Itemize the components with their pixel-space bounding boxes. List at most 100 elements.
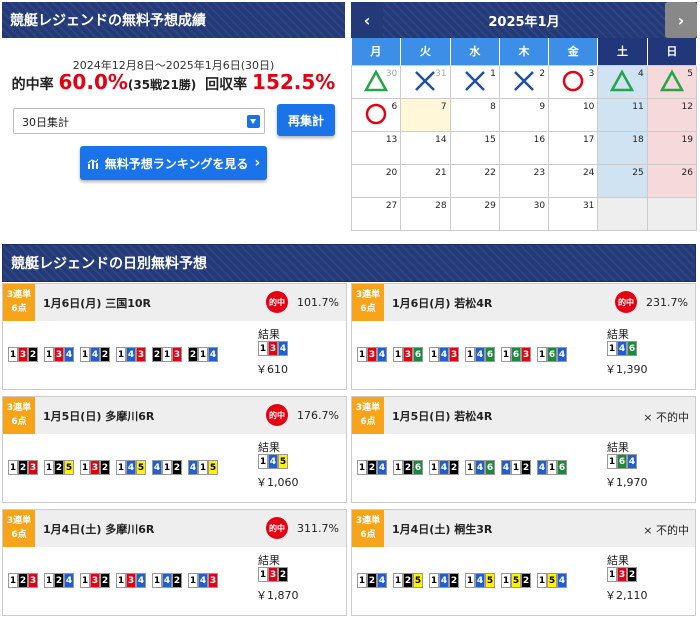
boat-number: 3: [521, 347, 531, 362]
calendar-day[interactable]: 22: [449, 163, 500, 198]
result-label: 結果: [258, 554, 280, 567]
calendar-day[interactable]: 11: [597, 97, 648, 132]
boat-number: 4: [439, 347, 449, 362]
combo: 123: [8, 460, 38, 475]
boat-number: 2: [403, 573, 413, 588]
calendar-day[interactable]: 15: [449, 130, 500, 165]
calendar-day[interactable]: 7: [400, 97, 451, 132]
combo: 145: [465, 573, 495, 588]
calendar-day[interactable]: 17: [548, 130, 599, 165]
boat-number: 4: [64, 347, 74, 362]
boat-number: 6: [557, 460, 567, 475]
calendar: ‹ 2025年1月 › 月火水木金土日 30 31 1 2 3 4 5 6 7 8 9 10 11 12 1…: [350, 2, 698, 231]
record: (35戦21勝): [127, 78, 197, 92]
boat-number: 1: [501, 347, 511, 362]
boat-number: 1: [162, 460, 172, 475]
period-select[interactable]: 30日集計: [13, 108, 265, 134]
boat-number: 6: [617, 454, 627, 469]
calendar-day: [597, 196, 648, 231]
ranking-button[interactable]: 無料予想ランキングを見る ›: [80, 146, 267, 180]
combo: 146: [465, 347, 495, 362]
day-number: 4: [637, 68, 644, 79]
combo: 154: [537, 573, 567, 588]
prediction-card[interactable]: 3連単 6点 1月4日(土) 桐生3R × 不的中 1 2 4 1 2 5 1 4 2 1 4 5 1 5 2 1 5 4…: [351, 509, 696, 616]
boat-number: 1: [537, 347, 547, 362]
prediction-card[interactable]: 3連単 6点 1月4日(土) 多摩川6R 的中 311.7% 1 2 3 1 2 4 1 3 2 1 3 4 1 4…: [2, 509, 347, 616]
calendar-day[interactable]: 27: [350, 196, 402, 231]
combo: 164: [537, 347, 567, 362]
boat-number: 1: [357, 347, 367, 362]
calendar-day[interactable]: 1: [449, 64, 500, 99]
boat-number: 5: [413, 573, 423, 588]
calendar-day[interactable]: 3: [548, 64, 599, 99]
day-number: 24: [582, 167, 595, 178]
period-select-value: 30日集計: [22, 116, 69, 129]
calendar-day[interactable]: 6: [350, 97, 402, 132]
weekday-header: 火: [400, 38, 451, 65]
combo: 136: [393, 347, 423, 362]
hit-badge: 的中: [266, 517, 288, 539]
calendar-day[interactable]: 10: [548, 97, 599, 132]
day-number: 16: [533, 134, 546, 145]
combo: 143: [429, 347, 459, 362]
boat-number: 2: [18, 573, 28, 588]
boat-number: 3: [449, 347, 459, 362]
calendar-day[interactable]: 14: [400, 130, 451, 165]
calendar-day[interactable]: 29: [449, 196, 500, 231]
recalc-button[interactable]: 再集計: [277, 104, 335, 136]
boat-number: 3: [28, 573, 38, 588]
boat-number: 3: [136, 347, 146, 362]
boat-number: 1: [8, 460, 18, 475]
calendar-day[interactable]: 24: [548, 163, 599, 198]
calendar-day[interactable]: 30: [498, 196, 550, 231]
bet-type-tag: 3連単 6点: [3, 284, 35, 321]
prediction-card[interactable]: 3連単 6点 1月5日(日) 若松4R × 不的中 1 2 4 1 2 6 1 4 2 1 4 6 4 1 2 4 1 6…: [351, 396, 696, 503]
prediction-card[interactable]: 3連単 6点 1月5日(日) 多摩川6R 的中 176.7% 1 2 3 1 2 5 1 3 2 1 4 5 4 1…: [2, 396, 347, 503]
calendar-day[interactable]: 2: [498, 64, 550, 99]
prediction-card[interactable]: 3連単 6点 1月6日(月) 三国10R 的中 101.7% 1 3 2 1 3 4 1 4 2 1 4 3 2 1…: [2, 283, 347, 390]
return-rate-label: 回収率: [205, 77, 248, 93]
combo: 132: [8, 347, 38, 362]
day-number: 30: [385, 68, 398, 79]
boat-number: 1: [80, 347, 90, 362]
weekday-header: 金: [548, 38, 599, 65]
hit-rate-label: 的中率: [11, 77, 54, 93]
calendar-day[interactable]: 20: [350, 163, 402, 198]
boat-number: 1: [80, 573, 90, 588]
calendar-day[interactable]: 12: [646, 97, 698, 132]
boat-number: 1: [198, 347, 208, 362]
boat-number: 3: [18, 347, 28, 362]
calendar-day[interactable]: 31: [548, 196, 599, 231]
calendar-day[interactable]: 23: [498, 163, 550, 198]
boat-number: 4: [188, 460, 198, 475]
calendar-day[interactable]: 30: [350, 64, 402, 99]
calendar-day[interactable]: 4: [597, 64, 648, 99]
calendar-day[interactable]: 5: [646, 64, 698, 99]
day-number: 21: [435, 167, 447, 178]
boat-number: 3: [90, 460, 100, 475]
calendar-day[interactable]: 21: [400, 163, 451, 198]
calendar-day[interactable]: 18: [597, 130, 648, 165]
calendar-day[interactable]: 26: [646, 163, 698, 198]
prediction-card[interactable]: 3連単 6点 1月6日(月) 若松4R 的中 231.7% 1 3 4 1 3 6 1 4 3 1 4 6 1 6 3…: [351, 283, 696, 390]
boat-number: 3: [208, 573, 218, 588]
calendar-day[interactable]: 28: [400, 196, 451, 231]
calendar-day[interactable]: 25: [597, 163, 648, 198]
race-title: 1月5日(日) 若松4R: [392, 409, 493, 423]
calendar-day[interactable]: 31: [400, 64, 451, 99]
calendar-day[interactable]: 9: [498, 97, 550, 132]
chevron-down-icon: [247, 115, 260, 128]
calendar-day[interactable]: 8: [449, 97, 500, 132]
boat-number: 1: [357, 573, 367, 588]
day-number: 20: [385, 167, 398, 178]
boat-number: 1: [511, 460, 521, 475]
result-combo: 132: [258, 567, 288, 582]
day-number: 7: [440, 101, 447, 112]
next-month-button[interactable]: ›: [665, 2, 697, 38]
day-number: 23: [533, 167, 546, 178]
calendar-day[interactable]: 19: [646, 130, 698, 165]
calendar-day[interactable]: 13: [350, 130, 402, 165]
calendar-day[interactable]: 16: [498, 130, 550, 165]
result-combo: 132: [607, 567, 637, 582]
boat-number: 4: [278, 341, 288, 356]
